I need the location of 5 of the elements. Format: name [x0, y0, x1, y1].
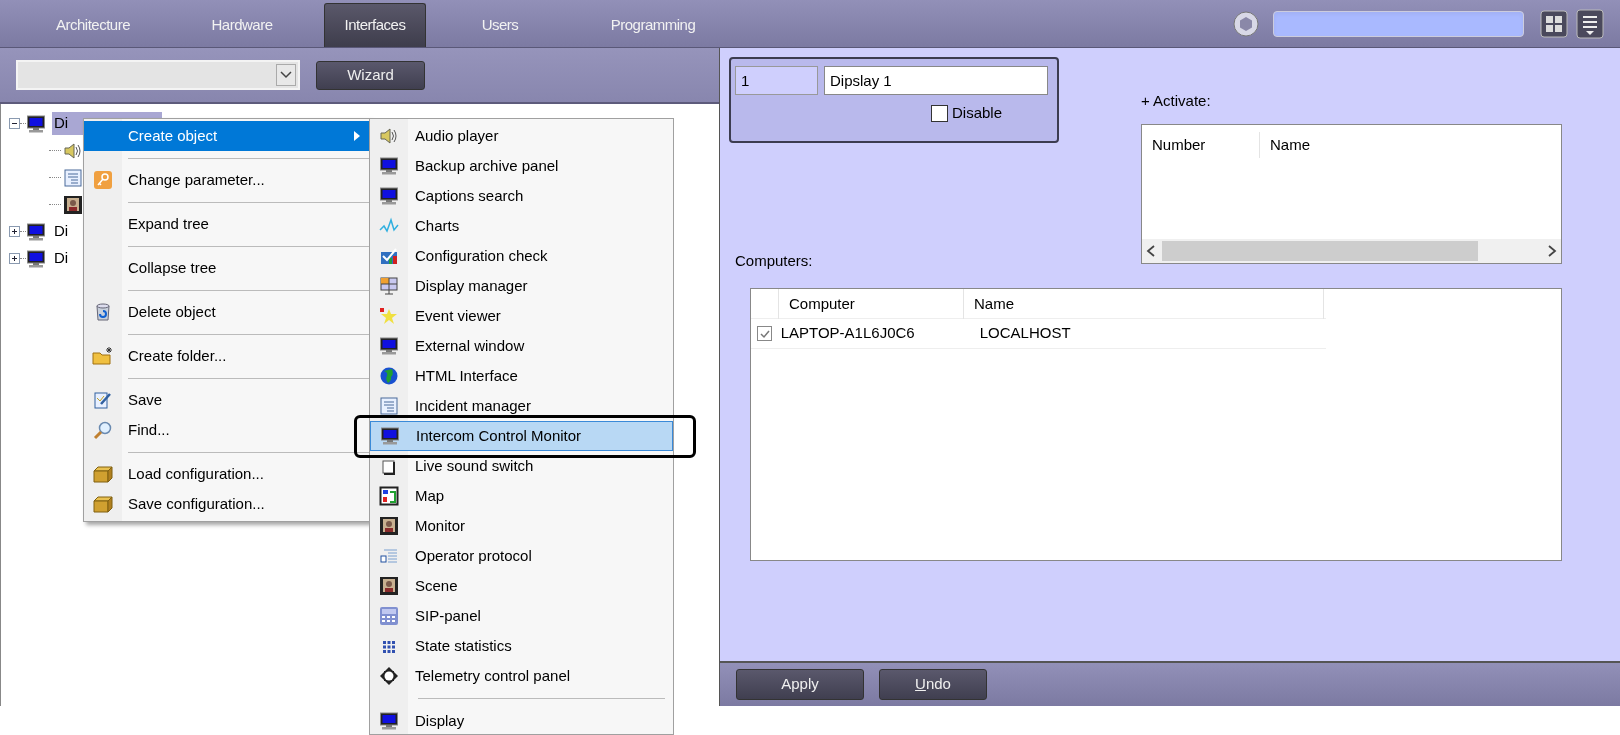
disable-label: Disable: [952, 103, 1003, 123]
table-cell-text: LOCALHOST: [978, 323, 1072, 344]
table-cell-text: LAPTOP-A1L6J0C6: [779, 323, 916, 344]
activate-label: + Activate:: [1141, 91, 1212, 111]
computers-label: Computers:: [734, 250, 814, 271]
